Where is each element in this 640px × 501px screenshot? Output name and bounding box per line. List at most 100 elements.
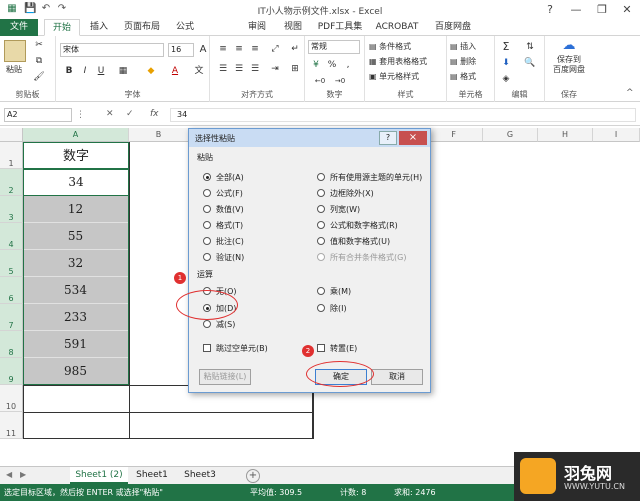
align-center-icon[interactable]: ☰ — [232, 62, 246, 76]
row-header[interactable]: 6 — [0, 277, 23, 304]
percent-button[interactable]: % — [325, 58, 339, 72]
cut-icon[interactable]: ✂ — [32, 38, 46, 52]
column-header-f[interactable]: F — [431, 128, 483, 142]
cancel-button[interactable]: 取消 — [371, 369, 423, 385]
border-icon[interactable]: ▦ — [116, 64, 130, 78]
font-size-select[interactable]: 16 — [168, 43, 194, 57]
paste-link-button[interactable]: 粘贴链接(L) — [199, 369, 251, 385]
radio-op-divide[interactable] — [317, 304, 325, 312]
tab-pdf[interactable]: PDF工具集 — [314, 19, 366, 36]
column-header-h[interactable]: H — [538, 128, 593, 142]
cancel-entry-icon[interactable]: ✕ — [106, 109, 114, 119]
radio-op-subtract[interactable] — [203, 320, 211, 328]
help-icon[interactable]: ? — [537, 0, 563, 19]
decrease-decimal-icon[interactable]: →0 — [333, 74, 347, 88]
dialog-close-button[interactable]: × — [399, 131, 427, 145]
delete-cells-button[interactable]: ▤ 删除 — [450, 56, 476, 67]
fill-color-icon[interactable]: ◆ — [144, 64, 158, 78]
close-icon[interactable]: ✕ — [614, 0, 640, 19]
radio-paste-comments[interactable] — [203, 237, 211, 245]
data-cell[interactable]: 32 — [23, 250, 129, 277]
data-cell[interactable]: 233 — [23, 304, 129, 331]
increase-decimal-icon[interactable]: ←0 — [313, 74, 327, 88]
radio-paste-column-widths[interactable] — [317, 205, 325, 213]
radio-paste-validation[interactable] — [203, 253, 211, 261]
wrap-text-icon[interactable]: ↵ — [288, 42, 302, 56]
radio-paste-no-borders[interactable] — [317, 189, 325, 197]
row-header[interactable]: 1 — [0, 142, 23, 169]
autosum-icon[interactable]: Σ — [499, 40, 513, 54]
transpose-checkbox[interactable] — [317, 344, 325, 352]
align-right-icon[interactable]: ☰ — [248, 62, 262, 76]
paste-button[interactable]: 粘贴 — [6, 64, 22, 75]
number-format-select[interactable]: 常规 — [308, 40, 360, 54]
row-header[interactable]: 3 — [0, 196, 23, 223]
data-cell[interactable]: 591 — [23, 331, 129, 358]
comma-button[interactable]: , — [341, 58, 355, 72]
minimize-icon[interactable]: — — [563, 0, 589, 19]
orientation-icon[interactable]: ⤢ — [268, 42, 282, 56]
tab-file[interactable]: 文件 — [0, 19, 38, 36]
skip-blanks-checkbox[interactable] — [203, 344, 211, 352]
format-painter-icon[interactable]: 🖌 — [32, 70, 46, 84]
tab-view[interactable]: 视图 — [278, 19, 308, 36]
align-bottom-icon[interactable]: ≡ — [248, 42, 262, 56]
tab-acrobat[interactable]: ACROBAT — [372, 19, 422, 36]
collapse-ribbon-icon[interactable]: ^ — [626, 88, 634, 98]
font-color-icon[interactable]: A — [168, 64, 182, 78]
restore-icon[interactable]: ❐ — [589, 0, 615, 19]
prev-sheet-icon[interactable]: ◀ — [6, 470, 12, 479]
table-format-button[interactable]: ▦ 套用表格格式 — [369, 56, 427, 67]
row-header[interactable]: 9 — [0, 358, 23, 385]
column-header-b[interactable]: B — [129, 128, 189, 142]
align-top-icon[interactable]: ≡ — [216, 42, 230, 56]
cloud-icon[interactable]: ☁ — [561, 39, 577, 53]
indent-icon[interactable]: ⇥ — [268, 62, 282, 76]
tab-baidu[interactable]: 百度网盘 — [428, 19, 478, 36]
name-box[interactable]: A2 — [4, 108, 72, 122]
currency-icon[interactable]: ¥ — [309, 58, 323, 72]
font-grow-icon[interactable]: A — [196, 43, 210, 57]
data-cell[interactable]: 985 — [23, 358, 129, 385]
active-cell[interactable]: 34 — [23, 169, 129, 196]
align-middle-icon[interactable]: ≡ — [232, 42, 246, 56]
row-header[interactable]: 8 — [0, 331, 23, 358]
row-header[interactable]: 11 — [0, 412, 23, 439]
row-header[interactable]: 7 — [0, 304, 23, 331]
column-header-a[interactable]: A — [23, 128, 129, 142]
align-left-icon[interactable]: ☰ — [216, 62, 230, 76]
data-cell[interactable]: 534 — [23, 277, 129, 304]
radio-paste-all[interactable] — [203, 173, 211, 181]
paste-icon[interactable] — [4, 40, 26, 62]
fill-down-icon[interactable]: ⬇ — [499, 56, 513, 70]
radio-op-multiply[interactable] — [317, 287, 325, 295]
underline-button[interactable]: U — [94, 64, 108, 78]
bold-button[interactable]: B — [62, 64, 76, 78]
conditional-format-button[interactable]: ▤ 条件格式 — [369, 41, 411, 52]
format-cells-button[interactable]: ▤ 格式 — [450, 71, 476, 82]
tab-formulas[interactable]: 公式 — [170, 19, 200, 36]
row-header[interactable]: 10 — [0, 385, 23, 412]
confirm-entry-icon[interactable]: ✓ — [126, 109, 134, 119]
help-button[interactable]: ? — [379, 131, 397, 145]
row-header[interactable]: 2 — [0, 169, 23, 196]
sheet-tab-active[interactable]: Sheet1 (2) — [70, 467, 128, 484]
insert-function-icon[interactable]: fx — [150, 109, 159, 119]
row-header[interactable]: 4 — [0, 223, 23, 250]
column-header-g[interactable]: G — [483, 128, 538, 142]
header-cell[interactable]: 数字 — [23, 142, 129, 169]
data-cell[interactable]: 55 — [23, 223, 129, 250]
radio-paste-formulas-numbers[interactable] — [317, 221, 325, 229]
radio-paste-values[interactable] — [203, 205, 211, 213]
tab-insert[interactable]: 插入 — [84, 19, 114, 36]
copy-icon[interactable]: ⧉ — [32, 54, 46, 68]
sort-filter-icon[interactable]: ⇅ — [523, 40, 537, 54]
tab-home[interactable]: 开始 — [44, 19, 80, 36]
radio-paste-formulas[interactable] — [203, 189, 211, 197]
radio-paste-source-theme[interactable] — [317, 173, 325, 181]
next-sheet-icon[interactable]: ▶ — [20, 470, 26, 479]
cell-style-button[interactable]: ▣ 单元格样式 — [369, 71, 419, 82]
phonetic-icon[interactable]: 文 — [192, 64, 206, 78]
font-name-select[interactable]: 宋体 — [60, 43, 164, 57]
row-header[interactable]: 5 — [0, 250, 23, 277]
